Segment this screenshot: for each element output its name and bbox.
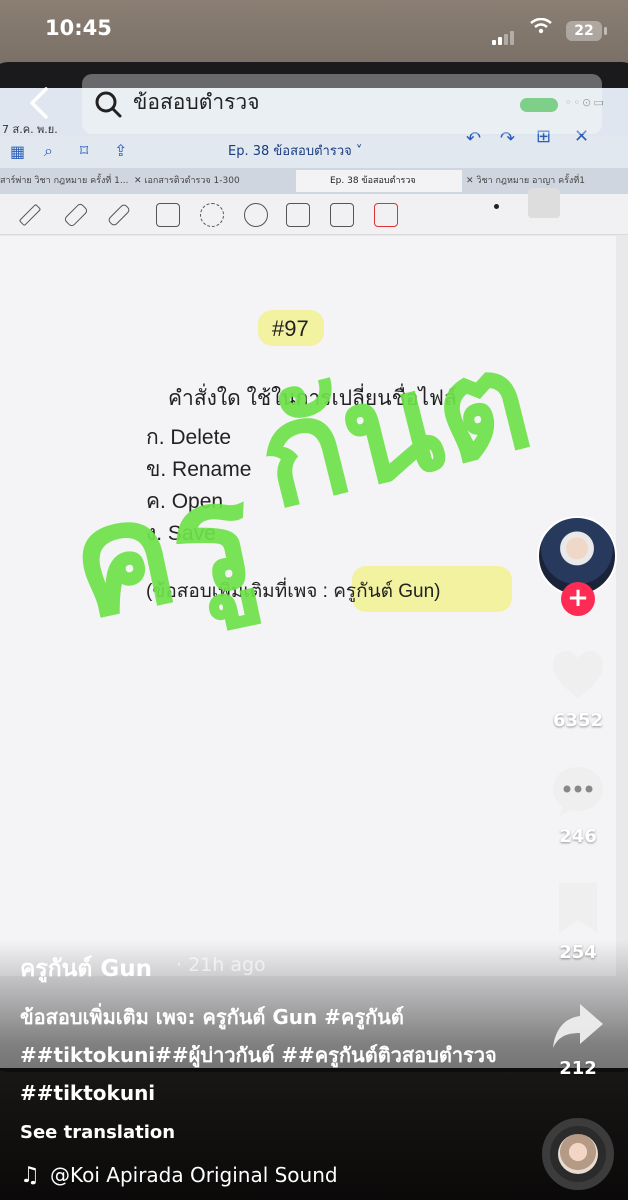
post-time: · 21h ago <box>176 954 266 976</box>
video-caption[interactable]: ข้อสอบเพิ่มเติม เพจ: ครูกันต์ Gun #ครูกั… <box>20 998 520 1112</box>
battery-tip <box>604 27 607 35</box>
like-button[interactable] <box>550 648 606 704</box>
sound-disc-avatar <box>558 1134 598 1174</box>
image-icon <box>286 203 310 227</box>
tab-1: สาร์พ่าย วิชา กฎหมาย ครั้งที่ 1... <box>0 176 128 186</box>
bookmark-icon: ⌑ <box>80 141 89 160</box>
status-time: 10:45 <box>45 16 112 40</box>
follow-button[interactable]: + <box>561 582 595 616</box>
sticker-icon <box>244 203 268 227</box>
search-icon <box>95 91 122 118</box>
share-icon: ⇪ <box>114 141 128 160</box>
lasso-icon <box>200 203 224 227</box>
author-name[interactable]: ครูกันต์ Gun <box>20 951 152 987</box>
comment-button[interactable] <box>550 764 606 820</box>
signal-icon <box>492 26 516 45</box>
battery-icon: 22 <box>566 21 602 41</box>
stroke-width-icon <box>528 188 560 218</box>
shapes-icon <box>156 203 180 227</box>
sound-name[interactable]: @Koi Apirada Original Sound <box>50 1163 338 1187</box>
episode-title: Ep. 38 ข้อสอบตำรวจ ˅ <box>228 144 363 159</box>
music-note-icon: ♫ <box>20 1163 40 1188</box>
see-translation-link[interactable]: See translation <box>20 1122 175 1143</box>
grid-icon: ▦ <box>10 142 26 161</box>
back-button[interactable] <box>26 86 52 120</box>
tab-3-active: Ep. 38 ข้อสอบตำรวจ <box>296 170 462 192</box>
share-count: 212 <box>559 1058 597 1079</box>
search-icon: ⌕ <box>44 141 53 160</box>
stroke-dot-icon <box>494 204 499 209</box>
search-query[interactable]: ข้อสอบตำรวจ <box>133 86 260 119</box>
share-button[interactable] <box>550 998 606 1054</box>
comment-count: 246 <box>559 826 597 847</box>
like-count: 6352 <box>552 710 604 731</box>
text-tool-icon <box>330 203 354 227</box>
laser-icon <box>374 203 398 227</box>
bookmark-button[interactable] <box>550 880 606 936</box>
wifi-icon <box>530 18 552 34</box>
tab-2: ✕ เอกสารติวตำรวจ 1-300 <box>134 176 240 186</box>
save-count: 254 <box>559 942 597 963</box>
